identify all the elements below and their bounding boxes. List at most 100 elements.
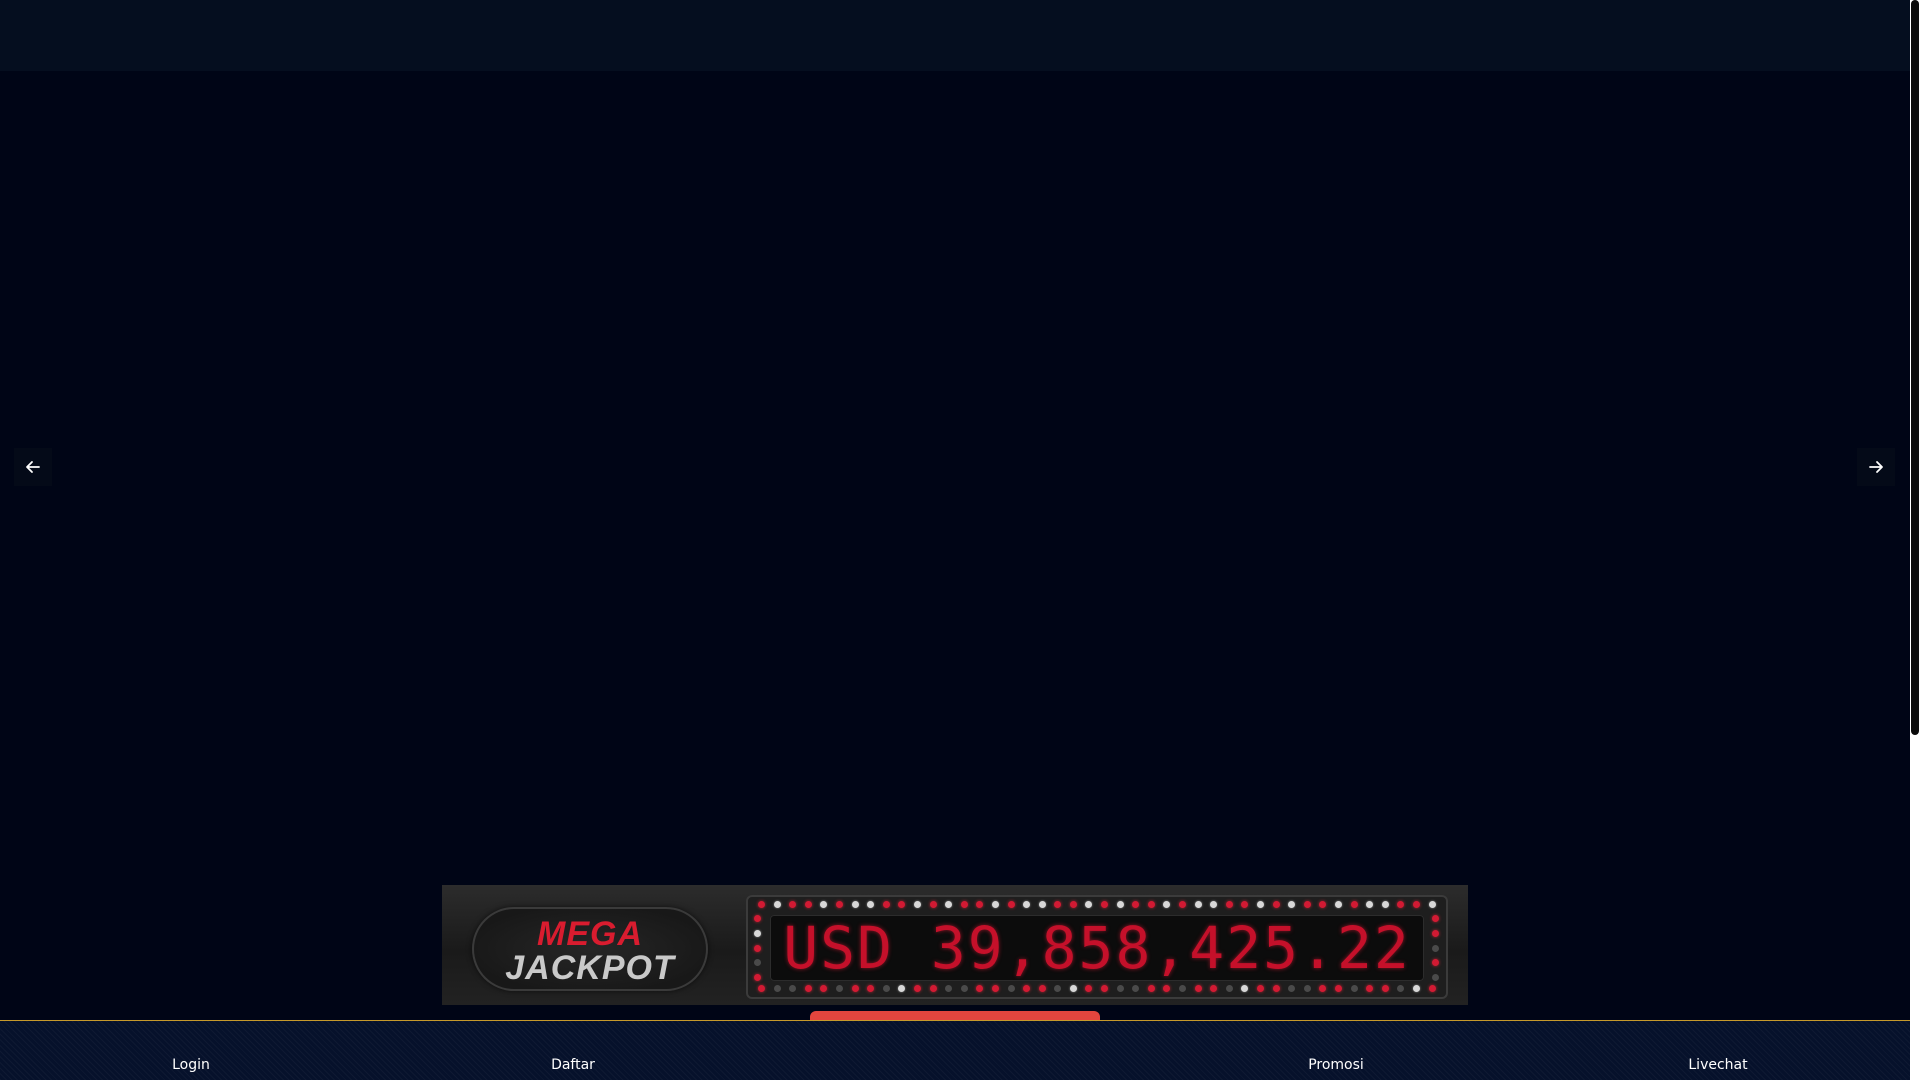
marquee-light <box>882 901 890 908</box>
marquee-light <box>754 974 761 981</box>
marquee-light <box>898 985 906 992</box>
marquee-light <box>1054 901 1062 908</box>
marquee-light <box>1397 985 1405 992</box>
logo-mega-text: MEGA <box>537 915 643 953</box>
marquee-light <box>1432 959 1439 967</box>
marquee-light <box>754 929 761 937</box>
marquee-light <box>1272 901 1280 908</box>
marquee-light <box>945 985 953 992</box>
marquee-light <box>1350 985 1358 992</box>
marquee-light <box>1412 901 1420 908</box>
marquee-light <box>758 985 765 992</box>
marquee-light <box>1069 901 1077 908</box>
marquee-light <box>1241 985 1249 992</box>
marquee-light <box>1194 901 1202 908</box>
scrollbar-thumb[interactable] <box>1911 0 1919 735</box>
marquee-light <box>1007 901 1015 908</box>
marquee-light <box>804 985 812 992</box>
marquee-light <box>1085 901 1093 908</box>
marquee-light <box>976 985 984 992</box>
marquee-light <box>1194 985 1202 992</box>
marquee-light <box>1350 901 1358 908</box>
arrow-right-icon <box>1869 461 1883 473</box>
marquee-light <box>1428 985 1436 992</box>
marquee-light <box>820 985 828 992</box>
marquee-light <box>820 901 828 908</box>
marquee-light <box>1432 944 1439 952</box>
marquee-light <box>976 901 984 908</box>
marquee-light <box>1023 985 1031 992</box>
site-header <box>0 0 1910 71</box>
nav-login[interactable]: Login <box>111 1057 271 1073</box>
nav-daftar[interactable]: Daftar <box>493 1057 653 1073</box>
marquee-lights-left <box>754 915 762 981</box>
marquee-light <box>789 985 797 992</box>
slider-next-button[interactable] <box>1857 448 1895 486</box>
marquee-light <box>1432 929 1439 937</box>
nav-promosi[interactable]: Promosi <box>1256 1057 1416 1073</box>
marquee-light <box>991 901 999 908</box>
marquee-light <box>1179 985 1187 992</box>
marquee-light <box>882 985 890 992</box>
marquee-light <box>1366 985 1374 992</box>
marquee-light <box>773 901 781 908</box>
mega-jackpot-logo: MEGA JACKPOT <box>472 907 708 991</box>
marquee-light <box>835 901 843 908</box>
marquee-light <box>1381 985 1389 992</box>
marquee-light <box>1023 901 1031 908</box>
marquee-lights-bottom <box>758 985 1436 993</box>
marquee-light <box>929 901 937 908</box>
marquee-light <box>1412 985 1420 992</box>
marquee-light <box>1147 985 1155 992</box>
marquee-light <box>1085 985 1093 992</box>
marquee-light <box>867 985 875 992</box>
marquee-light <box>1319 985 1327 992</box>
marquee-light <box>867 901 875 908</box>
marquee-light <box>1288 985 1296 992</box>
marquee-light <box>1432 915 1439 922</box>
arrow-left-icon <box>26 461 40 473</box>
marquee-light <box>1210 901 1218 908</box>
marquee-light <box>1225 901 1233 908</box>
slider-prev-button[interactable] <box>14 448 52 486</box>
nav-livechat[interactable]: Livechat <box>1638 1057 1798 1073</box>
marquee-light <box>1132 985 1140 992</box>
marquee-light <box>1241 901 1249 908</box>
marquee-light <box>773 985 781 992</box>
marquee-light <box>1038 901 1046 908</box>
bottom-navigation: Login Daftar Promosi Livechat <box>0 1020 1910 1080</box>
marquee-light <box>898 901 906 908</box>
hero-slider <box>0 71 1910 1020</box>
marquee-light <box>1432 974 1439 981</box>
marquee-light <box>913 985 921 992</box>
marquee-lights-right <box>1432 915 1440 981</box>
marquee-light <box>1116 985 1124 992</box>
marquee-light <box>1272 985 1280 992</box>
marquee-light <box>1334 901 1342 908</box>
marquee-light <box>1225 985 1233 992</box>
marquee-light <box>1101 985 1109 992</box>
marquee-light <box>1147 901 1155 908</box>
marquee-light <box>1132 901 1140 908</box>
marquee-light <box>1163 985 1171 992</box>
jackpot-amount: USD 39,858,425.22 <box>783 914 1411 982</box>
marquee-light <box>1288 901 1296 908</box>
marquee-light <box>1397 901 1405 908</box>
marquee-light <box>1303 985 1311 992</box>
marquee-light <box>1381 901 1389 908</box>
marquee-light <box>851 985 859 992</box>
jackpot-marquee: USD 39,858,425.22 <box>746 895 1448 999</box>
marquee-light <box>851 901 859 908</box>
marquee-light <box>835 985 843 992</box>
marquee-light <box>929 985 937 992</box>
marquee-light <box>754 915 761 922</box>
marquee-light <box>960 985 968 992</box>
marquee-light <box>1054 985 1062 992</box>
marquee-light <box>804 901 812 908</box>
marquee-light <box>945 901 953 908</box>
marquee-light <box>1163 901 1171 908</box>
marquee-light <box>1319 901 1327 908</box>
marquee-light <box>1303 901 1311 908</box>
marquee-light <box>1101 901 1109 908</box>
marquee-light <box>1257 901 1264 908</box>
